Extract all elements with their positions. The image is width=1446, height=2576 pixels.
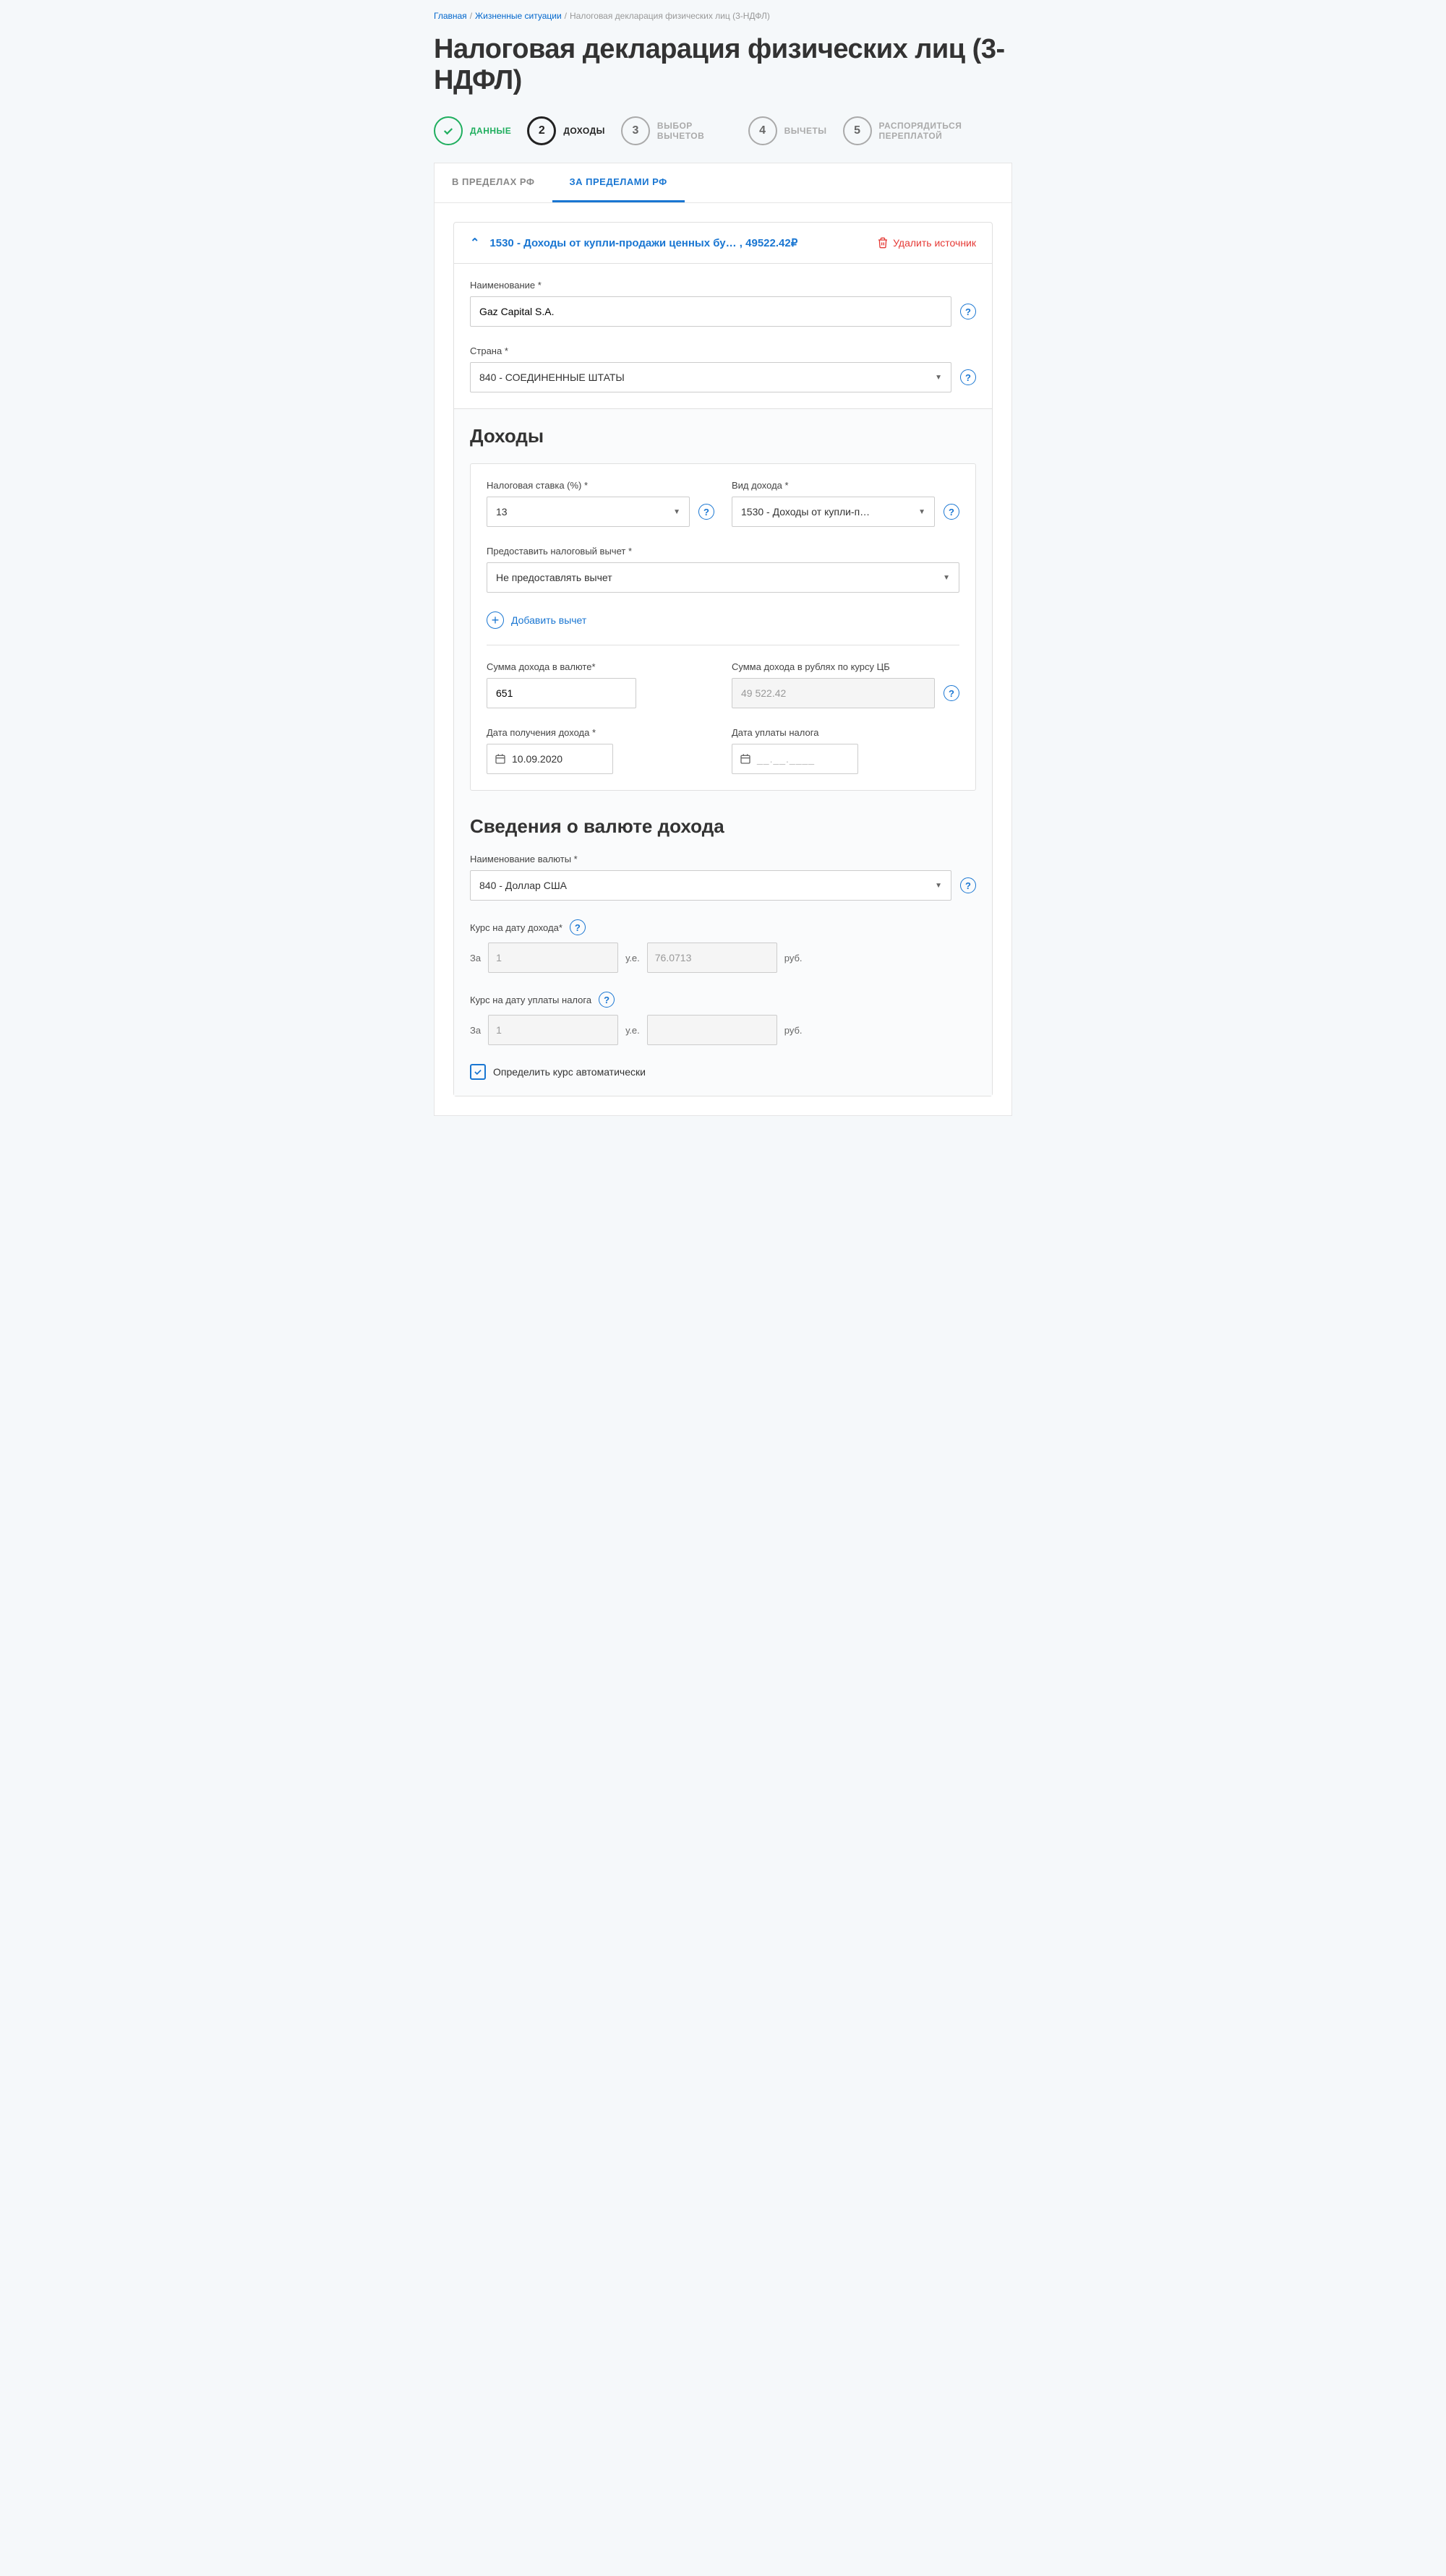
country-select[interactable]: 840 - СОЕДИНЕННЫЕ ШТАТЫ ▼	[470, 362, 951, 392]
help-icon[interactable]: ?	[960, 877, 976, 893]
step-deductions-choice[interactable]: 3 ВЫБОР ВЫЧЕТОВ	[621, 116, 732, 145]
deduction-label: Предоставить налоговый вычет *	[487, 546, 959, 557]
auto-rate-checkbox[interactable]: Определить курс автоматически	[470, 1064, 976, 1080]
amount-fx-label: Сумма дохода в валюте*	[487, 661, 714, 672]
rate-per-unit-input	[488, 943, 618, 973]
check-icon	[473, 1067, 483, 1077]
tab-inside-rf[interactable]: В ПРЕДЕЛАХ РФ	[435, 163, 552, 202]
add-deduction-button[interactable]: + Добавить вычет	[487, 611, 959, 629]
rate-tax-label: Курс на дату уплаты налога	[470, 995, 591, 1005]
amount-fx-input[interactable]	[487, 678, 636, 708]
trash-icon	[877, 237, 889, 249]
currency-section-title: Сведения о валюте дохода	[470, 815, 976, 838]
step-overpayment[interactable]: 5 РАСПОРЯДИТЬСЯ ПЕРЕПЛАТОЙ	[843, 116, 1012, 145]
page-title: Налоговая декларация физических лиц (3-Н…	[434, 34, 1012, 96]
country-label: Страна *	[470, 345, 976, 356]
help-icon[interactable]: ?	[698, 504, 714, 520]
amount-rub-label: Сумма дохода в рублях по курсу ЦБ	[732, 661, 959, 672]
help-icon[interactable]: ?	[960, 369, 976, 385]
rate-tax-per-unit-input	[488, 1015, 618, 1045]
breadcrumb-current: Налоговая декларация физических лиц (3-Н…	[570, 11, 770, 21]
rate-label: Налоговая ставка (%) *	[487, 480, 714, 491]
step-data[interactable]: ДАННЫЕ	[434, 116, 511, 145]
source-toggle[interactable]: ⌃ 1530 - Доходы от купли-продажи ценных …	[470, 236, 797, 250]
chevron-down-icon: ▼	[943, 574, 950, 582]
help-icon[interactable]: ?	[944, 504, 959, 520]
tax-rate-select[interactable]: 13 ▼	[487, 497, 690, 527]
income-type-select[interactable]: 1530 - Доходы от купли-прод… ▼	[732, 497, 935, 527]
amount-rub-input	[732, 678, 935, 708]
help-icon[interactable]: ?	[599, 992, 615, 1008]
date-income-input[interactable]: 10.09.2020	[487, 744, 613, 774]
name-label: Наименование *	[470, 280, 976, 291]
breadcrumb-situations[interactable]: Жизненные ситуации	[475, 11, 562, 21]
check-icon	[442, 124, 455, 137]
delete-source-button[interactable]: Удалить источник	[877, 237, 976, 249]
date-income-label: Дата получения дохода *	[487, 727, 714, 738]
source-title-text: 1530 - Доходы от купли-продажи ценных бу…	[489, 236, 797, 249]
step-deductions[interactable]: 4 ВЫЧЕТЫ	[748, 116, 827, 145]
calendar-icon	[740, 753, 751, 765]
main-card: В ПРЕДЕЛАХ РФ ЗА ПРЕДЕЛАМИ РФ ⌃ 1530 - Д…	[434, 163, 1012, 1116]
income-source-box: ⌃ 1530 - Доходы от купли-продажи ценных …	[453, 222, 993, 1096]
plus-icon: +	[487, 611, 504, 629]
rate-income-label: Курс на дату дохода*	[470, 922, 562, 933]
date-tax-input[interactable]: __.__.____	[732, 744, 858, 774]
deduction-select[interactable]: Не предоставлять вычет ▼	[487, 562, 959, 593]
stepper: ДАННЫЕ 2 ДОХОДЫ 3 ВЫБОР ВЫЧЕТОВ 4 ВЫЧЕТЫ…	[434, 116, 1012, 145]
help-icon[interactable]: ?	[570, 919, 586, 935]
chevron-down-icon: ▼	[935, 882, 942, 890]
chevron-up-icon: ⌃	[470, 236, 479, 250]
help-icon[interactable]: ?	[960, 304, 976, 319]
auto-rate-label: Определить курс автоматически	[493, 1066, 646, 1078]
help-icon[interactable]: ?	[944, 685, 959, 701]
breadcrumb: Главная/Жизненные ситуации/Налоговая дек…	[434, 11, 1012, 21]
income-type-label: Вид дохода *	[732, 480, 959, 491]
chevron-down-icon: ▼	[673, 508, 680, 516]
tabs: В ПРЕДЕЛАХ РФ ЗА ПРЕДЕЛАМИ РФ	[435, 163, 1011, 203]
chevron-down-icon: ▼	[918, 508, 925, 516]
currency-name-label: Наименование валюты *	[470, 854, 976, 864]
currency-select[interactable]: 840 - Доллар США ▼	[470, 870, 951, 901]
step-income[interactable]: 2 ДОХОДЫ	[527, 116, 605, 145]
rate-income-value-input	[647, 943, 777, 973]
breadcrumb-home[interactable]: Главная	[434, 11, 467, 21]
rate-tax-value-input	[647, 1015, 777, 1045]
income-section-title: Доходы	[470, 425, 976, 447]
name-input[interactable]	[470, 296, 951, 327]
calendar-icon	[495, 753, 506, 765]
chevron-down-icon: ▼	[935, 374, 942, 382]
tab-outside-rf[interactable]: ЗА ПРЕДЕЛАМИ РФ	[552, 163, 685, 202]
date-tax-label: Дата уплаты налога	[732, 727, 959, 738]
